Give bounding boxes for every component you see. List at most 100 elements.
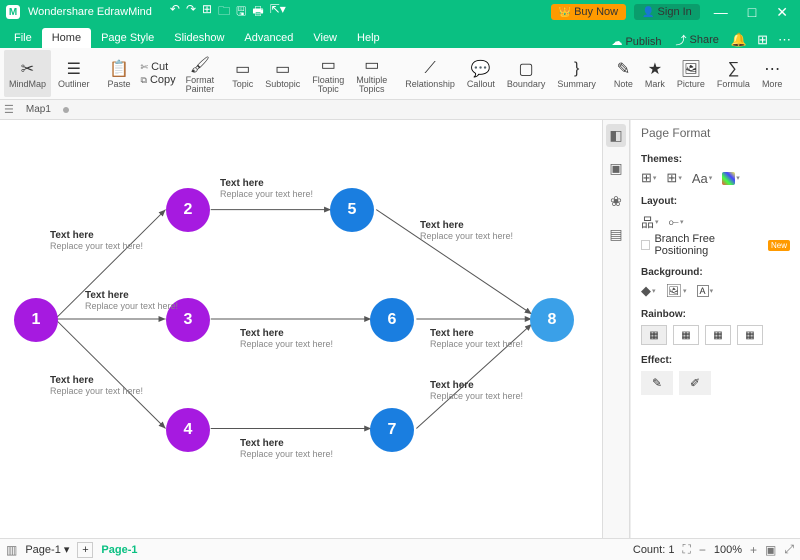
paste-button[interactable]: 📋Paste (103, 50, 136, 97)
menu-home[interactable]: Home (42, 28, 91, 48)
branch-free-checkbox[interactable]: Branch Free PositioningNew (641, 233, 790, 257)
menu-page-style[interactable]: Page Style (91, 28, 164, 48)
rainbow-opt-4[interactable]: ▦ (737, 325, 763, 345)
save-icon[interactable]: 🖫 (236, 2, 246, 23)
format-painter-button[interactable]: 🖌Format Painter (181, 50, 220, 97)
layout-option-1[interactable]: 品▾ (641, 212, 659, 231)
view-mode-icon[interactable]: ▣ (765, 543, 776, 557)
node-1[interactable]: 1 (14, 298, 58, 342)
rainbow-opt-1[interactable]: ▦ (641, 325, 667, 345)
rainbow-opt-3[interactable]: ▦ (705, 325, 731, 345)
mindmap-button[interactable]: ✂MindMap (4, 50, 51, 97)
menu-file[interactable]: File (4, 28, 42, 48)
subtopic-button[interactable]: ▭Subtopic (260, 50, 305, 97)
zoom-in-icon[interactable]: + (750, 543, 757, 557)
node-7[interactable]: 7 (370, 408, 414, 452)
app-title: Wondershare EdrawMind (28, 6, 152, 18)
zoom-level[interactable]: 100% (714, 544, 742, 556)
pages-icon[interactable]: ▥ (6, 543, 17, 557)
count-label: Count: 1 (633, 544, 675, 556)
bg-image[interactable]: 🖼▾ (666, 283, 687, 299)
help-icon[interactable]: ⋯ (773, 32, 796, 48)
summary-button[interactable]: }Summary (552, 50, 601, 97)
theme-font[interactable]: Aa▾ (692, 171, 712, 186)
sign-in-button[interactable]: 👤 Sign In (634, 4, 700, 20)
copy-button[interactable]: ⧉ Copy (141, 74, 176, 86)
theme-option-2[interactable]: ⊞▾ (666, 170, 681, 186)
undo-icon[interactable]: ↶ (170, 2, 180, 23)
fullscreen-icon[interactable]: ⤢ (784, 542, 794, 557)
minimize-button[interactable]: — (708, 4, 734, 20)
buy-now-button[interactable]: 👑 Buy Now (551, 4, 626, 20)
redo-icon[interactable]: ↷ (186, 2, 196, 23)
edge-label[interactable]: Text hereReplace your text here! (240, 438, 333, 459)
menu-slideshow[interactable]: Slideshow (164, 28, 234, 48)
status-bar: ▥ Page-1 ▾ + Page-1 Count: 1 ⛶ − 100% + … (0, 538, 800, 560)
style-icon[interactable]: ▣ (606, 157, 625, 180)
more-button[interactable]: ⋯More (757, 50, 788, 97)
fit-icon[interactable]: ⛶ (682, 542, 690, 557)
rainbow-label: Rainbow: (641, 309, 790, 320)
cut-button[interactable]: ✄ Cut (141, 61, 176, 73)
org-button[interactable]: 品 (795, 50, 800, 97)
relationship-button[interactable]: ⟋Relationship (400, 50, 460, 97)
theme-option-1[interactable]: ⊞▾ (641, 170, 656, 186)
current-page[interactable]: Page-1 (101, 544, 137, 556)
picture-button[interactable]: 🖼Picture (672, 50, 710, 97)
mark-button[interactable]: ★Mark (640, 50, 670, 97)
tab-map1[interactable]: Map1 (20, 102, 57, 117)
menu-advanced[interactable]: Advanced (234, 28, 303, 48)
edge-label[interactable]: Text hereReplace your text here! (85, 290, 178, 311)
canvas[interactable]: 1 2 3 4 5 6 7 8 Text hereReplace your te… (0, 120, 602, 538)
note-button[interactable]: ✎Note (609, 50, 638, 97)
edge-label[interactable]: Text hereReplace your text here! (420, 220, 513, 241)
clipart-icon[interactable]: ❀ (607, 190, 625, 213)
close-button[interactable]: ✕ (770, 4, 794, 21)
notification-icon[interactable]: 🔔 (726, 32, 752, 48)
page-format-icon[interactable]: ◧ (606, 124, 625, 147)
callout-button[interactable]: 💬Callout (462, 50, 500, 97)
layout-option-2[interactable]: ⟜▾ (669, 214, 684, 230)
bg-fill[interactable]: ◆▾ (641, 283, 656, 299)
new-icon[interactable]: ⊞ (202, 2, 212, 23)
node-8[interactable]: 8 (530, 298, 574, 342)
clipboard-group: ✄ Cut ⧉ Copy (138, 50, 179, 97)
maximize-button[interactable]: □ (742, 4, 762, 20)
formula-button[interactable]: ∑Formula (712, 50, 755, 97)
rainbow-opt-2[interactable]: ▦ (673, 325, 699, 345)
outliner-button[interactable]: ☰Outliner (53, 50, 95, 97)
app-logo: M (6, 5, 20, 19)
multiple-topics-button[interactable]: ▭Multiple Topics (351, 50, 392, 97)
effect-opt-1[interactable]: ✎ (641, 371, 673, 395)
menu-help[interactable]: Help (347, 28, 390, 48)
publish-button[interactable]: ☁ Publish (604, 35, 668, 48)
edge-label[interactable]: Text hereReplace your text here! (240, 328, 333, 349)
boundary-button[interactable]: ▢Boundary (502, 50, 551, 97)
topic-button[interactable]: ▭Topic (227, 50, 258, 97)
edge-label[interactable]: Text hereReplace your text here! (430, 380, 523, 401)
add-page-button[interactable]: + (77, 542, 93, 558)
edge-label[interactable]: Text hereReplace your text here! (430, 328, 523, 349)
node-5[interactable]: 5 (330, 188, 374, 232)
edge-label[interactable]: Text hereReplace your text here! (50, 375, 143, 396)
open-icon[interactable]: 🗀 (218, 2, 230, 23)
export-icon[interactable]: ⇱▾ (270, 2, 286, 23)
menu-view[interactable]: View (303, 28, 347, 48)
floating-topic-button[interactable]: ▭Floating Topic (307, 50, 349, 97)
apps-icon[interactable]: ⊞ (752, 32, 773, 48)
theme-color[interactable]: ▾ (722, 172, 740, 185)
node-4[interactable]: 4 (166, 408, 210, 452)
page-select[interactable]: Page-1 ▾ (25, 543, 69, 556)
document-tabs: ☰ Map1 (0, 100, 800, 120)
print-icon[interactable]: 🖶 (252, 2, 263, 23)
tabs-list-icon[interactable]: ☰ (4, 103, 14, 116)
zoom-out-icon[interactable]: − (699, 543, 706, 557)
outline-icon[interactable]: ▤ (606, 223, 625, 246)
edge-label[interactable]: Text hereReplace your text here! (50, 230, 143, 251)
share-button[interactable]: ⤴ Share (669, 32, 726, 48)
effect-opt-2[interactable]: ✐ (679, 371, 711, 395)
node-6[interactable]: 6 (370, 298, 414, 342)
edge-label[interactable]: Text hereReplace your text here! (220, 178, 313, 199)
node-2[interactable]: 2 (166, 188, 210, 232)
bg-watermark[interactable]: A▾ (697, 285, 714, 297)
